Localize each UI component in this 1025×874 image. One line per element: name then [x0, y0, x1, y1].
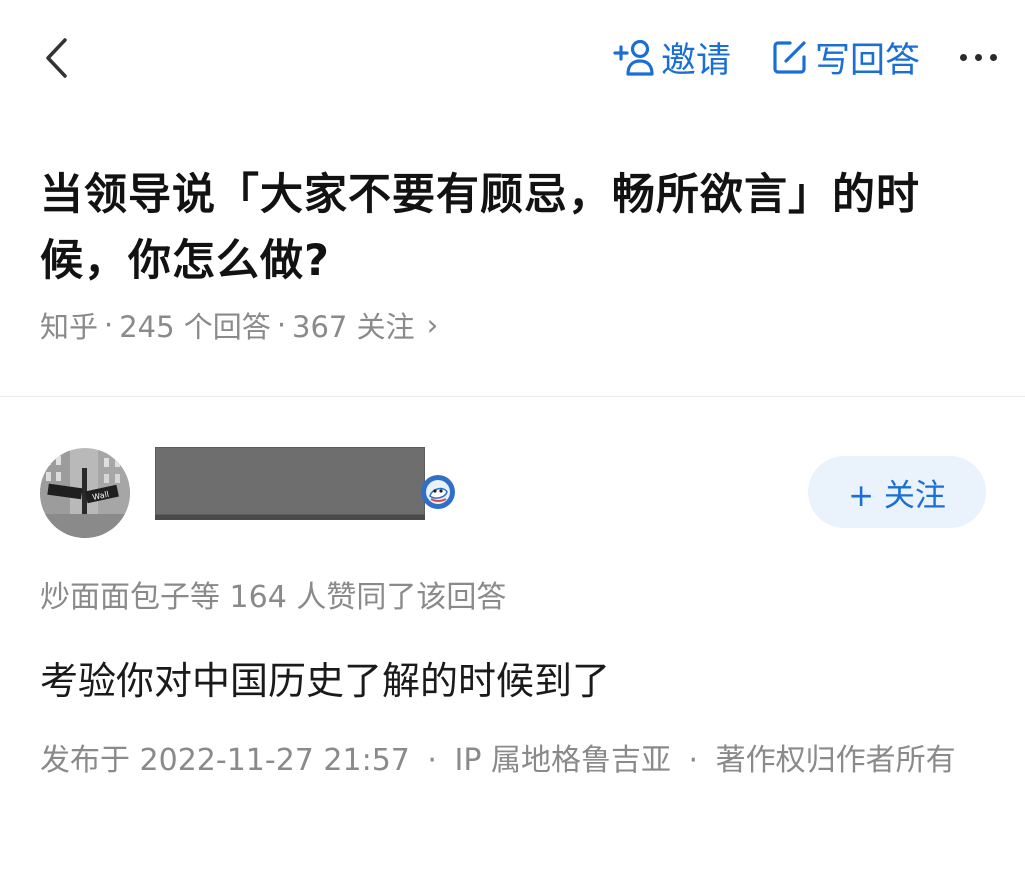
back-button[interactable] — [36, 36, 76, 80]
answer-content[interactable]: 考验你对中国历史了解的时候到了 — [40, 650, 610, 705]
author-name-redacted[interactable] — [155, 447, 425, 520]
more-button[interactable] — [960, 48, 997, 67]
publish-time: 发布于 2022-11-27 21:57 — [40, 743, 410, 778]
write-answer-button[interactable]: 写回答 — [771, 32, 920, 83]
invite-label: 邀请 — [660, 40, 731, 81]
answer-count: 245 个回答 — [119, 310, 271, 344]
chevron-left-icon — [46, 38, 67, 78]
answer-page: 邀请 写回答 当领导说「大家不要有顾忌，畅所欲言」的时候，你怎么做? 知乎 · … — [0, 0, 1025, 874]
more-icon — [960, 53, 967, 61]
publish-separator: · — [427, 743, 437, 778]
write-answer-label: 写回答 — [814, 40, 920, 81]
chevron-right-icon: › — [426, 308, 439, 342]
publish-separator: · — [688, 743, 699, 778]
section-divider — [0, 396, 1025, 397]
invite-button[interactable]: 邀请 — [613, 32, 731, 83]
likes-info[interactable]: 炒面面包子等 164 人赞同了该回答 — [40, 572, 506, 616]
meta-separator: · — [276, 308, 287, 342]
meta-separator: · — [104, 308, 114, 342]
top-actions: 邀请 写回答 — [613, 32, 997, 83]
follower-count: 367 关注 — [292, 310, 415, 344]
copyright-note: 著作权归作者所有 — [715, 743, 956, 778]
ip-location: IP 属地格鲁吉亚 — [454, 743, 671, 778]
avatar[interactable]: Wall — [40, 448, 130, 538]
add-person-icon — [613, 39, 654, 76]
publish-info: 发布于 2022-11-27 21:57 · IP 属地格鲁吉亚 · 著作权归作… — [40, 735, 956, 779]
follow-button[interactable]: + 关注 — [808, 456, 986, 528]
edit-icon — [773, 41, 806, 74]
verified-badge-icon — [420, 474, 456, 510]
question-title[interactable]: 当领导说「大家不要有顾忌，畅所欲言」的时候，你怎么做? — [40, 162, 970, 294]
question-source: 知乎 — [40, 310, 99, 344]
question-meta[interactable]: 知乎 · 245 个回答 · 367 关注 › — [40, 304, 438, 346]
avatar-image: Wall — [40, 448, 130, 538]
